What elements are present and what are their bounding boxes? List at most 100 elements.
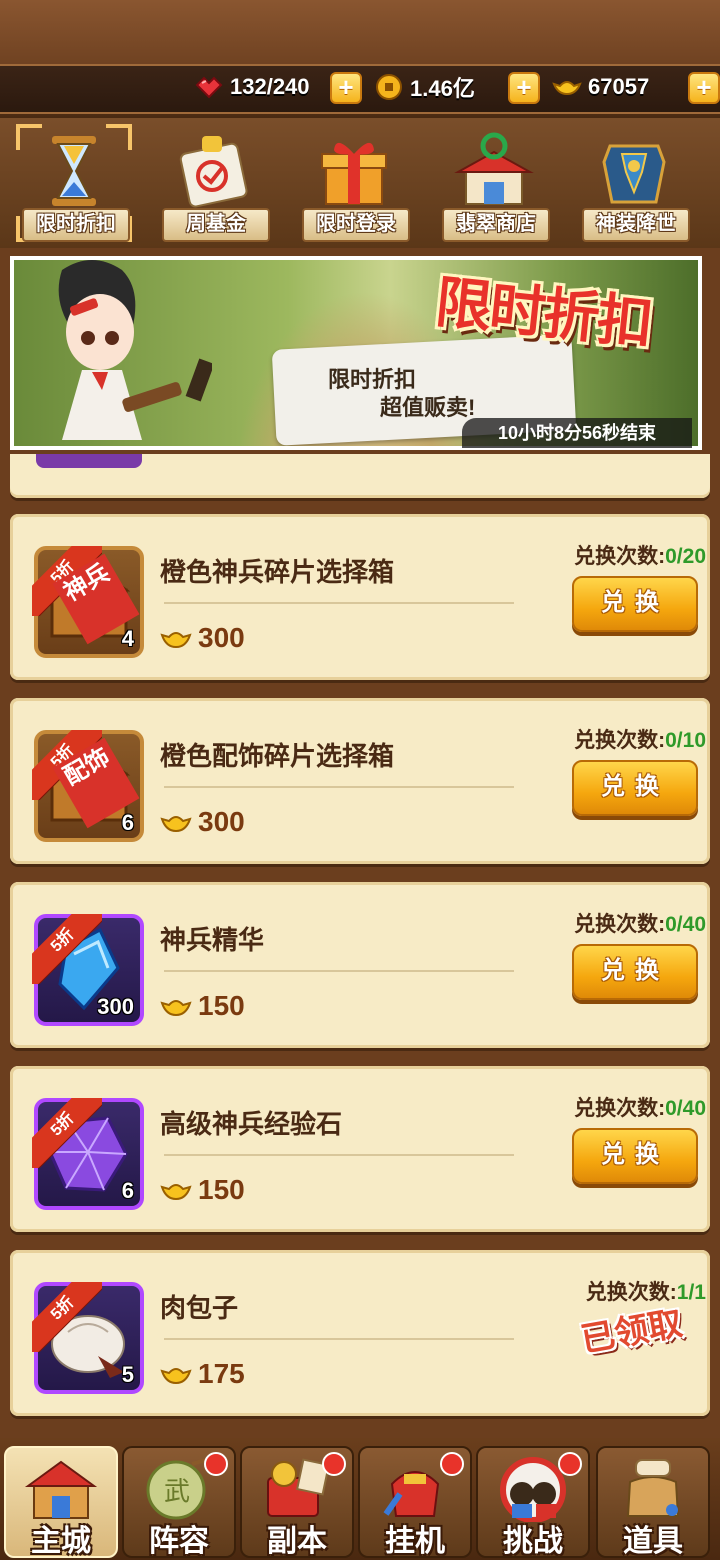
gold-ingot-icon xyxy=(160,1000,192,1017)
exchange-label: 兑换次数: xyxy=(574,913,666,936)
list-item: 5折 6 高级神兵经验石 150 兑换次数:0/40 兑换 xyxy=(10,1066,710,1232)
tab-label: 神装降世 xyxy=(582,208,690,242)
banner-bubble-line2: 超值贩卖! xyxy=(380,395,476,420)
exchange-label: 兑换次数: xyxy=(574,729,666,752)
price-value: 300 xyxy=(198,622,245,653)
exchange-button[interactable]: 兑换 xyxy=(572,944,698,1000)
tab-weekly-fund[interactable]: 周基金 xyxy=(158,128,270,242)
discount-ribbon: 5折 xyxy=(32,914,102,984)
item-name: 橙色配饰碎片选择箱 xyxy=(160,741,395,771)
coin-value: 1.46亿 xyxy=(410,76,475,101)
item-icon: 5折 配饰 6 xyxy=(32,730,144,842)
coin-resource: 1.46亿 xyxy=(374,70,475,104)
gift-box-icon xyxy=(314,132,394,210)
exchange-count: 兑换次数:0/40 xyxy=(574,908,706,938)
exchange-count: 兑换次数:0/20 xyxy=(574,540,706,570)
item-icon-frame xyxy=(36,454,142,468)
item-price: 300 xyxy=(160,806,245,838)
fund-scroll-icon xyxy=(174,132,254,210)
exchange-button[interactable]: 兑换 xyxy=(572,576,698,632)
tab-jade-shop[interactable]: 翡翠商店 xyxy=(438,128,550,242)
item-price: 150 xyxy=(160,990,245,1022)
divider xyxy=(164,1338,514,1340)
exchange-label: 兑换次数: xyxy=(574,1097,666,1120)
gold-ingot-resource: 67057 xyxy=(552,70,649,104)
nav-label: 挂机 xyxy=(385,1525,445,1558)
item-name: 橙色神兵碎片选择箱 xyxy=(160,557,395,587)
divider xyxy=(164,970,514,972)
item-price: 150 xyxy=(160,1174,245,1206)
notification-dot xyxy=(440,1452,464,1476)
stamina-resource: 132/240 xyxy=(194,70,310,104)
exchange-count: 兑换次数:0/10 xyxy=(574,724,706,754)
tab-label: 限时登录 xyxy=(302,208,410,242)
list-item: 5折 5 肉包子 175 兑换次数:1/1 已领取 xyxy=(10,1250,710,1416)
price-value: 175 xyxy=(198,1358,245,1389)
notification-dot xyxy=(558,1452,582,1476)
nav-main-city[interactable]: 主城 xyxy=(4,1446,118,1558)
tab-divine-armor[interactable]: 神装降世 xyxy=(578,128,690,242)
divider xyxy=(164,602,514,604)
item-count: 6 xyxy=(121,810,134,835)
exchange-count-value: 0/40 xyxy=(665,913,706,936)
price-value: 150 xyxy=(198,1174,245,1205)
hourglass-icon xyxy=(34,132,114,210)
list-item: 5折 配饰 6 橙色配饰碎片选择箱 300 兑换次数:0/10 兑换 xyxy=(10,698,710,864)
exchange-count-value: 0/10 xyxy=(665,729,706,752)
exchange-count-value: 0/20 xyxy=(665,545,706,568)
gold-ingot-icon xyxy=(160,632,192,649)
list-item-partial xyxy=(10,454,710,498)
price-value: 150 xyxy=(198,990,245,1021)
nav-idle[interactable]: 挂机 xyxy=(358,1446,472,1558)
nav-items[interactable]: 道具 xyxy=(596,1446,710,1558)
item-count: 4 xyxy=(121,626,134,651)
tab-limited-discount[interactable]: 限时折扣 xyxy=(16,124,132,242)
item-icon: 5折 300 xyxy=(32,914,144,1026)
nav-dungeon[interactable]: 副本 xyxy=(240,1446,354,1558)
item-count: 5 xyxy=(121,1362,134,1387)
nav-challenge[interactable]: 挑战 xyxy=(476,1446,590,1558)
discount-ribbon: 5折 xyxy=(32,1282,102,1352)
castle-icon xyxy=(24,1454,98,1522)
exchange-button[interactable]: 兑换 xyxy=(572,760,698,816)
discount-label: 5折 xyxy=(32,914,102,984)
svg-text:武: 武 xyxy=(164,1477,190,1507)
item-count: 6 xyxy=(121,1178,134,1203)
item-icon: 5折 神兵 4 xyxy=(32,546,144,658)
tab-label: 周基金 xyxy=(162,208,270,242)
notification-dot xyxy=(204,1452,228,1476)
discount-label: 5折 xyxy=(32,1282,102,1352)
item-name: 肉包子 xyxy=(160,1293,239,1323)
nav-label: 阵容 xyxy=(149,1525,209,1558)
tab-label: 翡翠商店 xyxy=(442,208,550,242)
discount-ribbon: 5折 xyxy=(32,1098,102,1168)
exchange-count-value: 0/40 xyxy=(665,1097,706,1120)
exchange-label: 兑换次数: xyxy=(574,545,666,568)
jade-shop-icon xyxy=(454,132,534,210)
nav-label: 挑战 xyxy=(503,1525,563,1558)
gold-ingot-icon xyxy=(160,1368,192,1385)
exchange-count-value: 1/1 xyxy=(676,1281,706,1304)
notification-dot xyxy=(322,1452,346,1476)
items-bag-icon xyxy=(616,1454,690,1522)
character-illustration xyxy=(22,250,215,446)
add-coins-button[interactable]: + xyxy=(508,72,540,104)
item-price: 300 xyxy=(160,622,245,654)
tab-limited-login[interactable]: 限时登录 xyxy=(298,128,410,242)
countdown-timer: 10小时8分56秒结束 xyxy=(462,418,692,448)
gold-ingot-value: 67057 xyxy=(588,74,650,99)
item-name: 神兵精华 xyxy=(160,925,265,955)
divider xyxy=(164,1154,514,1156)
tab-label: 限时折扣 xyxy=(22,208,130,242)
item-icon: 5折 5 xyxy=(32,1282,144,1394)
discount-label: 5折 xyxy=(32,1098,102,1168)
nav-label: 道具 xyxy=(623,1525,683,1558)
list-item: 5折 神兵 4 橙色神兵碎片选择箱 300 兑换次数:0/20 兑换 xyxy=(10,514,710,680)
nav-formation[interactable]: 武 阵容 xyxy=(122,1446,236,1558)
add-gold-button[interactable]: + xyxy=(688,72,720,104)
list-item: 5折 300 神兵精华 150 兑换次数:0/40 兑换 xyxy=(10,882,710,1048)
exchange-count: 兑换次数:0/40 xyxy=(574,1092,706,1122)
exchange-button[interactable]: 兑换 xyxy=(572,1128,698,1184)
add-stamina-button[interactable]: + xyxy=(330,72,362,104)
item-price: 175 xyxy=(160,1358,245,1390)
